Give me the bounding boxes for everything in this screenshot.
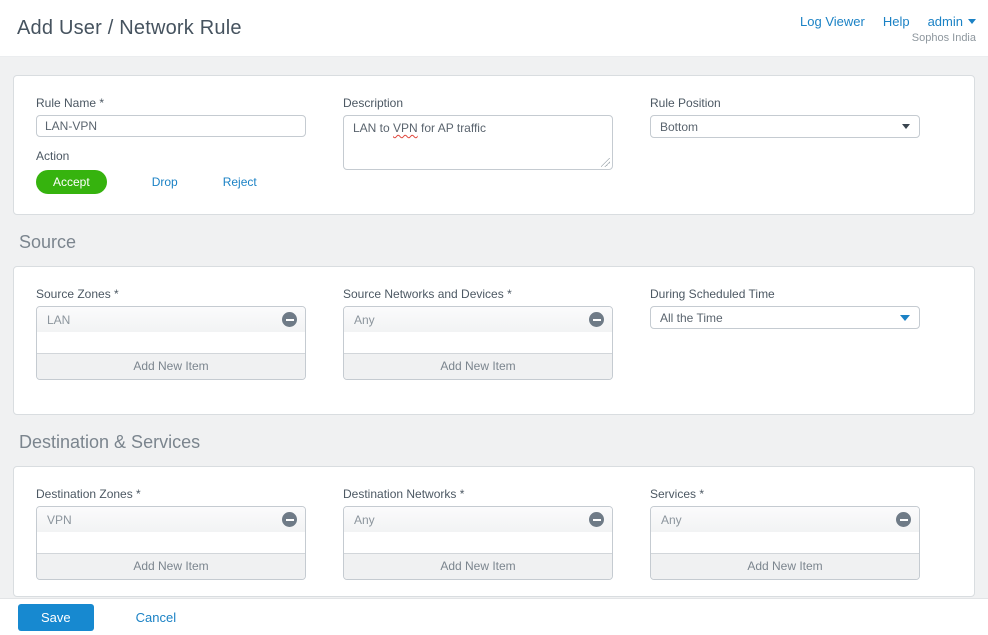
rule-basics-panel: Rule Name * Action Accept Drop Reject De…: [13, 75, 975, 215]
list-item: VPN: [37, 507, 305, 532]
rule-position-select[interactable]: Bottom: [650, 115, 920, 138]
schedule-select[interactable]: All the Time: [650, 306, 920, 329]
destination-section-heading: Destination & Services: [19, 432, 975, 453]
action-reject-link[interactable]: Reject: [223, 175, 257, 189]
source-zones-label: Source Zones *: [36, 287, 306, 301]
top-header: Add User / Network Rule Log Viewer Help …: [0, 0, 988, 57]
rule-position-column: Rule Position Bottom: [650, 96, 920, 194]
list-item: Any: [344, 307, 612, 332]
source-networks-label: Source Networks and Devices *: [343, 287, 613, 301]
schedule-value: All the Time: [660, 311, 723, 325]
action-footer: Save Cancel: [0, 598, 988, 635]
listbox-spacer: [651, 532, 919, 553]
destination-networks-column: Destination Networks * Any Add New Item: [343, 487, 613, 580]
rule-position-label: Rule Position: [650, 96, 920, 110]
description-text-part2: for AP traffic: [418, 121, 486, 135]
textarea-resize-grip-icon[interactable]: [601, 158, 610, 167]
minus-circle-icon[interactable]: [282, 312, 297, 327]
listbox-spacer: [37, 532, 305, 553]
action-drop-link[interactable]: Drop: [152, 175, 178, 189]
add-new-item-button[interactable]: Add New Item: [37, 553, 305, 579]
description-column: Description LAN to VPN for AP traffic: [343, 96, 613, 194]
rule-name-input[interactable]: [36, 115, 306, 137]
add-new-item-button[interactable]: Add New Item: [651, 553, 919, 579]
minus-circle-icon[interactable]: [589, 512, 604, 527]
user-menu-label: admin: [928, 14, 963, 29]
list-item-label: LAN: [47, 313, 70, 327]
list-item: LAN: [37, 307, 305, 332]
add-new-item-button[interactable]: Add New Item: [344, 353, 612, 379]
source-section-heading: Source: [19, 232, 975, 253]
main-content: Rule Name * Action Accept Drop Reject De…: [0, 57, 988, 598]
caret-down-icon: [900, 315, 910, 321]
source-networks-listbox: Any Add New Item: [343, 306, 613, 380]
list-item: Any: [344, 507, 612, 532]
description-text-misspelled: VPN: [393, 121, 418, 135]
source-networks-column: Source Networks and Devices * Any Add Ne…: [343, 287, 613, 380]
destination-zones-column: Destination Zones * VPN Add New Item: [36, 487, 306, 580]
list-item: Any: [651, 507, 919, 532]
list-item-label: Any: [354, 313, 375, 327]
add-new-item-button[interactable]: Add New Item: [37, 353, 305, 379]
destination-zones-listbox: VPN Add New Item: [36, 506, 306, 580]
minus-circle-icon[interactable]: [589, 312, 604, 327]
description-text-part1: LAN to: [353, 121, 393, 135]
page-title: Add User / Network Rule: [17, 17, 242, 40]
action-accept-button[interactable]: Accept: [36, 170, 107, 194]
schedule-column: During Scheduled Time All the Time: [650, 287, 920, 380]
log-viewer-link[interactable]: Log Viewer: [800, 14, 865, 29]
minus-circle-icon[interactable]: [282, 512, 297, 527]
services-listbox: Any Add New Item: [650, 506, 920, 580]
caret-down-icon: [968, 19, 976, 24]
rule-name-column: Rule Name * Action Accept Drop Reject: [36, 96, 306, 194]
description-label: Description: [343, 96, 613, 110]
source-panel: Source Zones * LAN Add New Item Source N…: [13, 266, 975, 415]
cancel-link[interactable]: Cancel: [136, 610, 176, 625]
list-item-label: Any: [661, 513, 682, 527]
source-zones-listbox: LAN Add New Item: [36, 306, 306, 380]
schedule-label: During Scheduled Time: [650, 287, 920, 301]
minus-circle-icon[interactable]: [896, 512, 911, 527]
help-link[interactable]: Help: [883, 14, 910, 29]
save-button[interactable]: Save: [18, 604, 94, 631]
description-textarea[interactable]: LAN to VPN for AP traffic: [343, 115, 613, 170]
services-column: Services * Any Add New Item: [650, 487, 920, 580]
action-label: Action: [36, 149, 306, 163]
services-label: Services *: [650, 487, 920, 501]
rule-position-value: Bottom: [660, 120, 698, 134]
list-item-label: VPN: [47, 513, 72, 527]
source-zones-column: Source Zones * LAN Add New Item: [36, 287, 306, 380]
destination-networks-listbox: Any Add New Item: [343, 506, 613, 580]
rule-name-label: Rule Name *: [36, 96, 306, 110]
listbox-spacer: [344, 532, 612, 553]
destination-panel: Destination Zones * VPN Add New Item Des…: [13, 466, 975, 597]
appliance-name: Sophos India: [800, 32, 976, 44]
add-new-item-button[interactable]: Add New Item: [344, 553, 612, 579]
caret-down-icon: [902, 124, 910, 129]
destination-networks-label: Destination Networks *: [343, 487, 613, 501]
action-options: Accept Drop Reject: [36, 170, 306, 194]
listbox-spacer: [344, 332, 612, 353]
destination-zones-label: Destination Zones *: [36, 487, 306, 501]
list-item-label: Any: [354, 513, 375, 527]
header-right: Log Viewer Help admin Sophos India: [800, 12, 976, 44]
listbox-spacer: [37, 332, 305, 353]
user-menu[interactable]: admin: [928, 14, 976, 29]
